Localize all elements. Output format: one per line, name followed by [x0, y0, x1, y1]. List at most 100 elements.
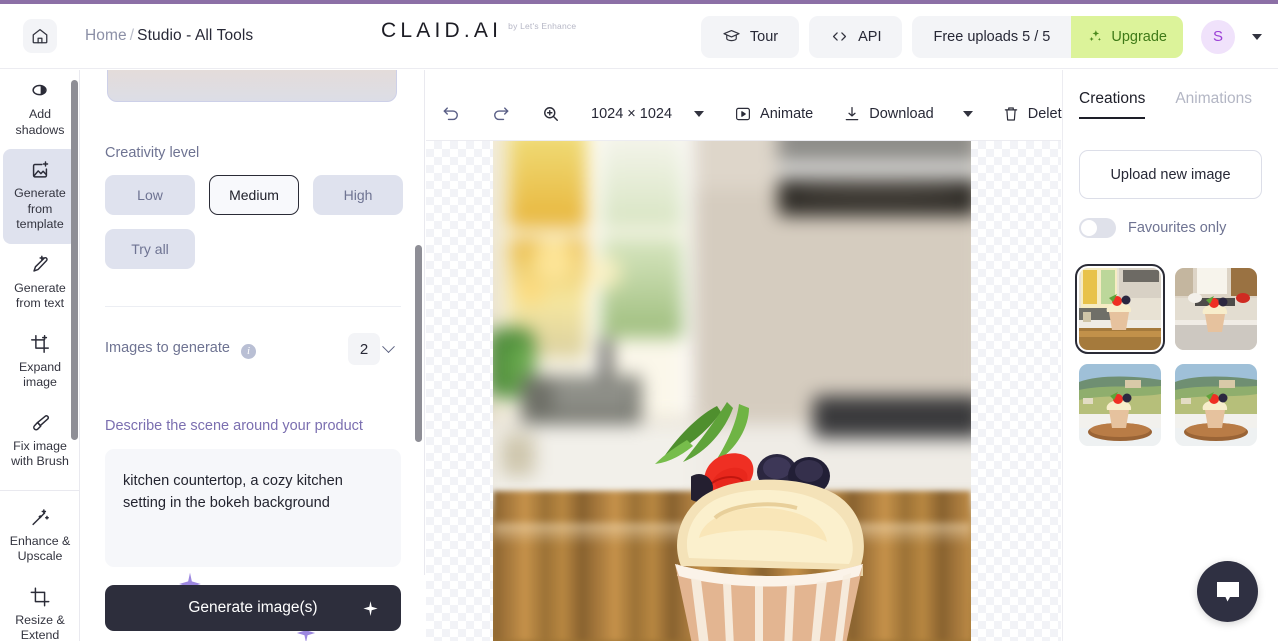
rail-divider [0, 489, 79, 491]
images-to-generate-select[interactable]: 2 [348, 333, 395, 365]
image-size-label: 1024 × 1024 [591, 106, 673, 122]
breadcrumb-home[interactable]: Home [85, 27, 127, 44]
chat-support-button[interactable] [1197, 561, 1258, 622]
animate-button[interactable]: Animate [719, 88, 828, 140]
panel-divider [105, 306, 401, 307]
download-button[interactable]: Download [828, 88, 949, 140]
cupcake-liner-icon [675, 564, 863, 641]
avatar[interactable]: S [1201, 19, 1235, 54]
sidebar-item-label: Enhance & Upscale [9, 533, 71, 564]
sidebar-item-label: Generate from template [14, 186, 66, 231]
thumbnail-cupcake-kitchen-stove[interactable] [1175, 268, 1257, 350]
tab-creations[interactable]: Creations [1079, 90, 1146, 119]
thumbnail-image [1079, 364, 1161, 446]
creations-panel: Creations Animations Upload new image Fa… [1062, 70, 1278, 641]
add-shadows-icon [32, 84, 47, 96]
thumbnail-cupcake-kitchen-window[interactable] [1075, 264, 1165, 354]
sidebar-item-generate-from-template[interactable]: Generate from template [3, 149, 77, 244]
chevron-down-icon [694, 111, 705, 117]
zoom-in-icon [544, 107, 558, 121]
creativity-option-high[interactable]: High [313, 175, 403, 215]
home-icon [32, 28, 48, 44]
free-uploads-counter[interactable]: Free uploads 5 / 5 [912, 15, 1072, 58]
tool-rail-scrollbar[interactable] [71, 80, 78, 440]
main-image[interactable] [493, 141, 971, 641]
code-brackets-icon [833, 32, 847, 41]
thumbnail-cupcake-tuscany-board-2[interactable] [1175, 364, 1257, 446]
creativity-level-options: Low Medium High [105, 175, 403, 215]
sidebar-item-fix-image-with-brush[interactable]: Fix image with Brush [3, 402, 77, 481]
avatar-initial: S [1212, 28, 1223, 45]
api-button[interactable]: API [809, 15, 903, 58]
generate-from-text-icon [33, 255, 48, 272]
undo-button[interactable] [426, 88, 476, 140]
sidebar-item-generate-from-text[interactable]: Generate from text [3, 244, 77, 323]
favourites-only-toggle[interactable] [1079, 218, 1116, 238]
account-chevron-down-icon[interactable] [1252, 33, 1262, 40]
app-root: Home / Studio - All Tools CLAID.AI by Let'… [0, 0, 1278, 641]
images-to-generate-text: Images to generate [105, 340, 230, 356]
brand-name: CLAID.AI [381, 19, 503, 42]
canvas-toolbar: 1024 × 1024 Animate Download Delete [426, 88, 1070, 140]
tour-label: Tour [749, 28, 779, 45]
redo-button[interactable] [476, 88, 526, 140]
sidebar-item-add-shadows[interactable]: Add shadows [3, 70, 77, 149]
prompt-input[interactable] [105, 449, 401, 567]
upgrade-button[interactable]: Upgrade [1071, 15, 1183, 58]
play-box-icon [736, 107, 751, 121]
resize-extend-icon [30, 587, 50, 606]
creations-thumbnail-grid [1075, 264, 1263, 446]
image-size-select[interactable]: 1024 × 1024 [576, 88, 719, 140]
info-icon[interactable]: i [240, 343, 256, 359]
thumbnail-image [1175, 364, 1257, 446]
sidebar-item-resize-extend[interactable]: Resize & Extend [3, 576, 77, 641]
generate-images-label: Generate image(s) [188, 599, 318, 616]
thumbnail-cupcake-tuscany-board-1[interactable] [1079, 364, 1161, 446]
fix-image-with-brush-icon [33, 414, 49, 430]
undo-icon [443, 107, 458, 121]
breadcrumb-current: Studio - All Tools [137, 27, 254, 44]
canvas-checkerboard[interactable] [426, 141, 1061, 641]
settings-panel: Creativity level Low Medium High Try all… [81, 70, 425, 641]
animate-label: Animate [760, 106, 814, 122]
thumbnail-image [1175, 268, 1257, 350]
toggle-knob [1081, 220, 1097, 236]
generate-images-button[interactable]: Generate image(s) [105, 585, 401, 631]
sidebar-item-label: Expand image [18, 359, 62, 390]
brand-logo: CLAID.AI by Let's Enhance [381, 20, 576, 41]
download-options-button[interactable] [949, 88, 987, 140]
api-label: API [858, 28, 882, 45]
creations-tabs: Creations Animations [1079, 90, 1252, 119]
settings-panel-scrollbar[interactable] [415, 245, 422, 442]
template-preview-image[interactable] [107, 70, 397, 102]
zoom-button[interactable] [526, 88, 576, 140]
sparkles-icon [1089, 30, 1102, 42]
sidebar-item-expand-image[interactable]: Expand image [3, 323, 77, 402]
generate-from-template-icon [32, 161, 49, 178]
header-actions: Tour API Free uploads 5 / 5 Upgrade S [700, 4, 1264, 69]
generate-bar: Generate image(s) [81, 572, 425, 641]
creativity-option-medium[interactable]: Medium [209, 175, 299, 215]
download-label: Download [869, 106, 934, 122]
sidebar-item-label: Fix image with Brush [11, 438, 69, 469]
cupcake-wrapper [671, 558, 867, 641]
thumbnail-image [1079, 268, 1161, 350]
images-to-generate-label: Images to generate i [105, 340, 256, 359]
expand-image-icon [31, 334, 49, 353]
upgrade-label: Upgrade [1111, 28, 1167, 45]
creativity-option-try-all[interactable]: Try all [105, 229, 195, 269]
free-uploads-label: Free uploads 5 / 5 [933, 28, 1051, 45]
redo-icon [494, 107, 509, 121]
creativity-option-low[interactable]: Low [105, 175, 195, 215]
chevron-down-icon [962, 111, 973, 117]
sidebar-item-enhance-upscale[interactable]: Enhance & Upscale [3, 497, 77, 576]
tour-button[interactable]: Tour [700, 15, 800, 58]
sparkle-icon [363, 601, 378, 616]
home-button[interactable] [23, 19, 57, 53]
tool-rail: Add shadows Generate from template Gener… [0, 70, 80, 641]
upload-new-image-button[interactable]: Upload new image [1079, 150, 1262, 199]
sidebar-item-label: Resize & Extend [15, 612, 65, 641]
tool-rail-items: Add shadows Generate from template Gener… [0, 70, 79, 641]
tab-animations[interactable]: Animations [1175, 90, 1252, 119]
download-icon [845, 106, 859, 121]
